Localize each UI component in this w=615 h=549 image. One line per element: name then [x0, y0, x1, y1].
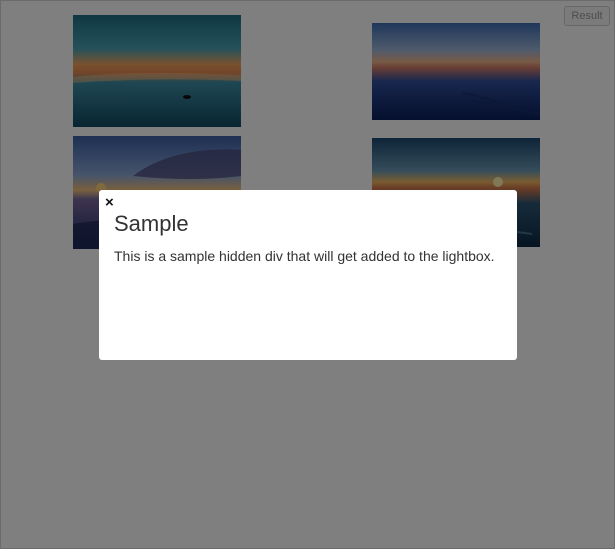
close-button[interactable]: × — [105, 194, 114, 211]
lightbox-text: This is a sample hidden div that will ge… — [114, 248, 495, 264]
lightbox-title: Sample — [114, 211, 189, 236]
lightbox-dialog: × Sample This is a sample hidden div tha… — [99, 190, 517, 360]
